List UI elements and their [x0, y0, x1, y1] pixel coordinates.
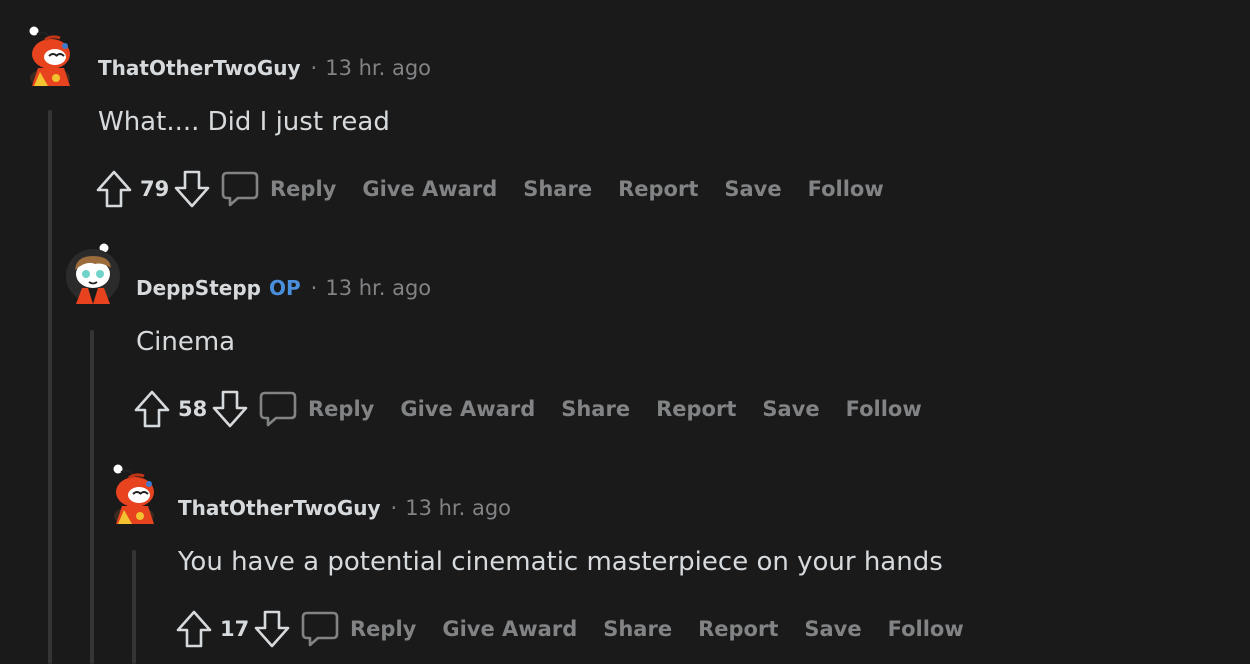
comment-body: Cinema	[136, 327, 236, 357]
meta-separator: ·	[390, 496, 398, 520]
timestamp[interactable]: 13 hr. ago	[325, 276, 431, 300]
share-button[interactable]: Share	[523, 177, 592, 201]
give-award-button[interactable]: Give Award	[442, 617, 577, 641]
meta-separator: ·	[310, 56, 318, 80]
downvote-icon[interactable]	[172, 169, 212, 209]
comment-bubble-icon	[258, 389, 298, 429]
vote-score: 79	[140, 177, 170, 201]
downvote-icon[interactable]	[210, 389, 250, 429]
report-button[interactable]: Report	[656, 397, 736, 421]
user-avatar[interactable]	[20, 24, 82, 88]
thread-line[interactable]	[48, 110, 52, 664]
thread-line[interactable]	[90, 330, 94, 664]
vote-score: 17	[220, 617, 250, 641]
comment-body: What.... Did I just read	[98, 107, 390, 137]
comment-actions: 79 Reply Give Award Share Report Save Fo…	[94, 167, 910, 211]
save-button[interactable]: Save	[804, 617, 861, 641]
reply-label: Reply	[270, 177, 337, 201]
downvote-icon[interactable]	[252, 609, 292, 649]
share-button[interactable]: Share	[603, 617, 672, 641]
snoo-red-avatar-icon	[29, 26, 70, 88]
give-award-button[interactable]: Give Award	[400, 397, 535, 421]
comment-meta: ThatOtherTwoGuy · 13 hr. ago	[178, 494, 511, 522]
comment-actions: 58 Reply Give Award Share Report Save Fo…	[132, 387, 948, 431]
comment-bubble-icon	[300, 609, 340, 649]
username-link[interactable]: ThatOtherTwoGuy	[98, 56, 301, 80]
meta-separator: ·	[310, 276, 318, 300]
snoo-brown-hair-avatar-icon	[66, 243, 120, 304]
comment-thread: ThatOtherTwoGuy · 13 hr. ago What.... Did …	[0, 0, 1250, 664]
reply-button[interactable]: Reply	[258, 389, 374, 429]
timestamp[interactable]: 13 hr. ago	[405, 496, 511, 520]
report-button[interactable]: Report	[618, 177, 698, 201]
vote-score: 58	[178, 397, 208, 421]
upvote-icon[interactable]	[174, 609, 214, 649]
timestamp[interactable]: 13 hr. ago	[325, 56, 431, 80]
comment-meta: ThatOtherTwoGuy · 13 hr. ago	[98, 54, 431, 82]
give-award-button[interactable]: Give Award	[362, 177, 497, 201]
report-button[interactable]: Report	[698, 617, 778, 641]
reply-button[interactable]: Reply	[220, 169, 336, 209]
username-link[interactable]: ThatOtherTwoGuy	[178, 496, 381, 520]
save-button[interactable]: Save	[762, 397, 819, 421]
user-avatar[interactable]	[62, 242, 124, 304]
save-button[interactable]: Save	[724, 177, 781, 201]
username-link[interactable]: DeppStepp	[136, 276, 261, 300]
comment-bubble-icon	[220, 169, 260, 209]
follow-button[interactable]: Follow	[846, 397, 922, 421]
share-button[interactable]: Share	[561, 397, 630, 421]
op-badge: OP	[268, 276, 301, 300]
reply-label: Reply	[308, 397, 375, 421]
comment-body: You have a potential cinematic masterpie…	[178, 547, 943, 577]
thread-line[interactable]	[132, 550, 136, 664]
follow-button[interactable]: Follow	[808, 177, 884, 201]
upvote-icon[interactable]	[94, 169, 134, 209]
user-avatar[interactable]	[104, 462, 166, 526]
comment-actions: 17 Reply Give Award Share Report Save Fo…	[174, 607, 990, 651]
reply-button[interactable]: Reply	[300, 609, 416, 649]
comment-meta: DeppStepp OP · 13 hr. ago	[136, 274, 431, 302]
upvote-icon[interactable]	[132, 389, 172, 429]
reply-label: Reply	[350, 617, 417, 641]
snoo-red-avatar-icon	[113, 464, 154, 526]
follow-button[interactable]: Follow	[888, 617, 964, 641]
